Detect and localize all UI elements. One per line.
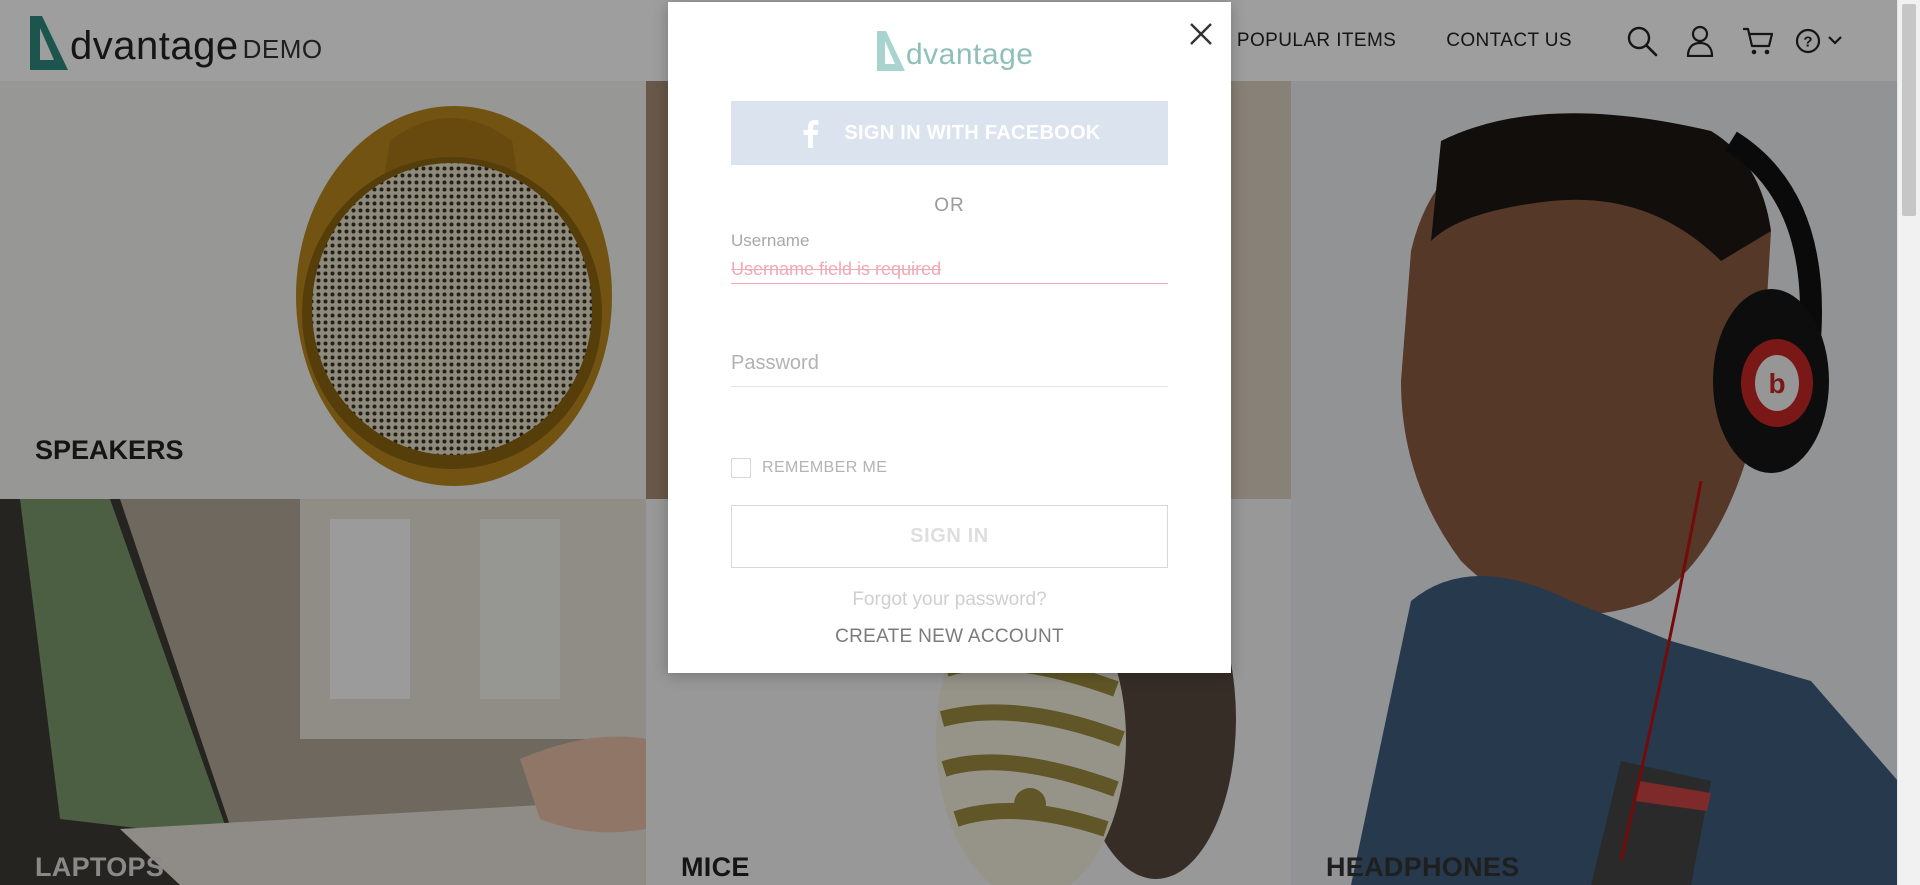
login-modal: dvantage SIGN IN WITH FACEBOOK OR Userna…	[668, 2, 1231, 673]
username-label: Username	[731, 231, 810, 250]
username-field[interactable]: Username field is required	[731, 259, 1168, 284]
remember-me-label: REMEMBER ME	[762, 459, 888, 476]
facebook-signin-button[interactable]: SIGN IN WITH FACEBOOK	[731, 101, 1168, 165]
remember-me-control[interactable]: REMEMBER ME	[731, 458, 887, 478]
remember-me-checkbox[interactable]	[731, 458, 751, 478]
scrollbar-thumb[interactable]	[1902, 4, 1916, 216]
page-scrollbar[interactable]	[1897, 0, 1920, 885]
facebook-icon	[803, 120, 819, 148]
create-account-link[interactable]: CREATE NEW ACCOUNT	[668, 626, 1231, 648]
forgot-password-link[interactable]: Forgot your password?	[668, 589, 1231, 611]
close-icon[interactable]	[1185, 18, 1217, 50]
username-error-text: Username field is required	[731, 259, 942, 279]
modal-logo-mark-icon	[877, 31, 905, 71]
or-divider-text: OR	[934, 195, 965, 216]
sign-in-button[interactable]: SIGN IN	[731, 505, 1168, 568]
password-field[interactable]: Password	[731, 352, 1168, 387]
sign-in-label: SIGN IN	[910, 525, 989, 547]
modal-logo: dvantage	[876, 30, 1033, 72]
modal-logo-wordmark: dvantage	[906, 38, 1034, 71]
password-placeholder: Password	[731, 352, 819, 374]
facebook-signin-label: SIGN IN WITH FACEBOOK	[844, 121, 1101, 144]
